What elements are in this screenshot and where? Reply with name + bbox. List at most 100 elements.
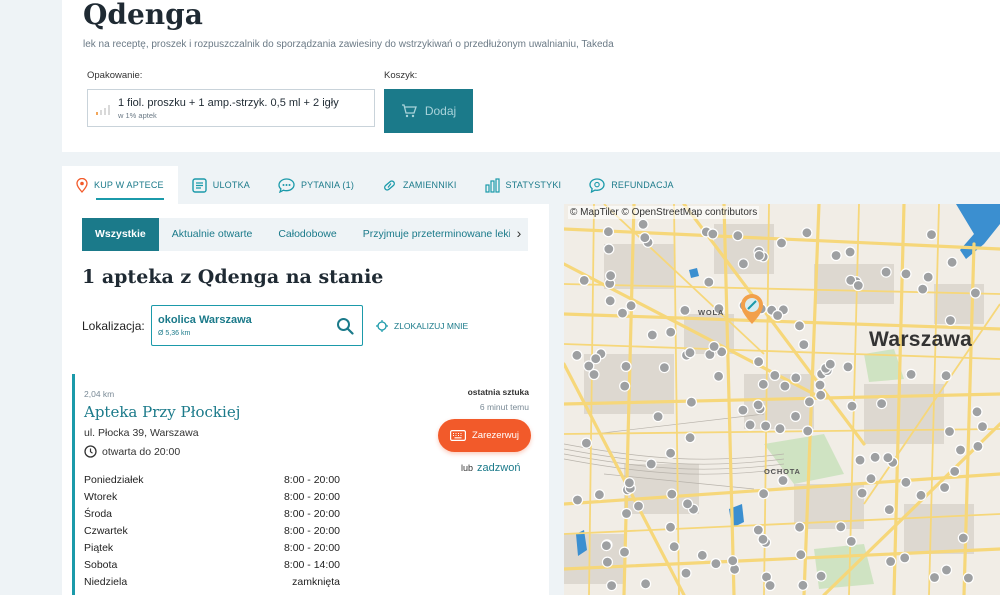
map-pharmacy-marker[interactable] [915, 489, 927, 501]
map-pharmacy-marker[interactable] [619, 380, 631, 392]
map-pharmacy-marker[interactable] [708, 340, 720, 353]
map-pharmacy-marker[interactable] [710, 558, 722, 570]
map-pharmacy-marker[interactable] [758, 488, 770, 500]
map-pharmacy-marker[interactable] [801, 227, 813, 239]
map-pharmacy-marker[interactable] [680, 567, 692, 579]
map-pharmacy-marker[interactable] [625, 300, 637, 312]
filter-all[interactable]: Wszystkie [82, 218, 159, 251]
map-pharmacy-marker[interactable] [971, 406, 983, 418]
map-pharmacy-marker[interactable] [583, 360, 595, 372]
map-pharmacy-marker[interactable] [727, 555, 739, 567]
map-pharmacy-marker[interactable] [940, 370, 952, 382]
map-pharmacy-marker[interactable] [679, 304, 691, 317]
map-pharmacy-marker[interactable] [571, 494, 584, 506]
map-pharmacy-marker[interactable] [737, 404, 749, 416]
map-pharmacy-marker[interactable] [852, 279, 864, 292]
tab-refund[interactable]: REFUNDACJA [575, 166, 688, 204]
map-pharmacy-marker[interactable] [753, 249, 765, 262]
map-pharmacy-marker[interactable] [668, 541, 680, 553]
map-pharmacy-marker[interactable] [752, 399, 764, 411]
map-pharmacy-marker[interactable] [883, 504, 895, 516]
map-pharmacy-marker[interactable] [744, 419, 756, 431]
map-pharmacy-marker[interactable] [824, 358, 836, 370]
map-pharmacy-marker[interactable] [954, 444, 967, 456]
map-pharmacy-marker[interactable] [774, 423, 786, 435]
map-pharmacy-marker[interactable] [616, 307, 629, 319]
tab-questions[interactable]: PYTANIA (1) [264, 166, 368, 204]
map-pharmacy-marker[interactable] [772, 309, 784, 322]
map-pharmacy-marker[interactable] [865, 473, 877, 485]
tab-statistics[interactable]: STATYSTYKI [471, 166, 576, 204]
map-pharmacy-marker[interactable] [603, 243, 615, 255]
map-pharmacy-marker[interactable] [797, 579, 809, 591]
map-pharmacy-marker[interactable] [962, 572, 974, 584]
pharmacy-map[interactable]: © MapTiler © OpenStreetMap contributors … [564, 204, 1000, 595]
map-pharmacy-marker[interactable] [753, 356, 765, 368]
locate-me-button[interactable]: ZLOKALIZUJ MNIE [376, 320, 468, 332]
map-pharmacy-marker[interactable] [876, 398, 888, 410]
map-pharmacy-marker[interactable] [882, 452, 894, 464]
location-input[interactable]: okolica Warszawa Ø 5,36 km [151, 305, 363, 346]
map-pharmacy-marker[interactable] [593, 489, 606, 501]
map-pharmacy-marker[interactable] [618, 546, 631, 558]
map-pharmacy-marker[interactable] [600, 540, 613, 552]
tab-leaflet[interactable]: ULOTKA [178, 166, 264, 204]
map-pharmacy-marker[interactable] [900, 268, 912, 280]
filter-open-now[interactable]: Aktualnie otwarte [159, 218, 266, 251]
tab-substitutes[interactable]: ZAMIENNIKI [368, 166, 471, 204]
map-pharmacy-marker[interactable] [795, 549, 807, 561]
map-pharmacy-marker[interactable] [842, 361, 854, 373]
map-pharmacy-marker[interactable] [737, 258, 749, 270]
chevron-right-icon[interactable]: › [510, 218, 528, 251]
map-pharmacy-marker[interactable] [846, 400, 858, 412]
filter-expired-drugs[interactable]: Przyjmuje przeterminowane leki [350, 218, 524, 251]
map-pharmacy-marker[interactable] [815, 570, 827, 582]
map-pharmacy-marker[interactable] [769, 369, 781, 381]
map-pharmacy-marker[interactable] [943, 425, 956, 438]
map-pharmacy-marker[interactable] [976, 421, 989, 433]
map-pharmacy-marker[interactable] [789, 410, 802, 422]
map-pharmacy-marker[interactable] [623, 477, 636, 489]
map-pharmacy-marker[interactable] [899, 552, 911, 564]
map-pharmacy-marker[interactable] [732, 230, 744, 242]
map-pharmacy-marker[interactable] [814, 379, 826, 391]
map-pharmacy-marker[interactable] [764, 579, 776, 592]
map-pharmacy-marker[interactable] [856, 487, 868, 499]
map-pharmacy-marker[interactable] [666, 488, 678, 500]
map-pharmacy-marker[interactable] [790, 372, 802, 384]
map-pharmacy-marker[interactable] [940, 564, 953, 576]
map-pharmacy-marker[interactable] [602, 226, 615, 238]
map-pharmacy-marker[interactable] [658, 362, 671, 374]
map-pharmacy-marker[interactable] [969, 287, 981, 299]
map-pharmacy-marker[interactable] [652, 411, 664, 423]
map-pharmacy-marker[interactable] [869, 451, 881, 463]
map-pharmacy-marker[interactable] [703, 276, 715, 288]
map-pharmacy-marker[interactable] [944, 314, 956, 327]
map-pharmacy-marker[interactable] [571, 349, 583, 361]
map-pharmacy-marker[interactable] [815, 389, 827, 401]
map-pharmacy-marker[interactable] [580, 437, 592, 449]
map-pharmacy-marker[interactable] [885, 555, 897, 568]
map-pharmacy-marker[interactable] [917, 283, 929, 295]
map-pharmacy-marker[interactable] [972, 440, 984, 452]
map-pharmacy-marker[interactable] [684, 347, 696, 359]
map-pharmacy-marker[interactable] [845, 535, 857, 547]
map-pharmacy-marker[interactable] [802, 425, 814, 437]
map-pharmacy-marker[interactable] [835, 521, 847, 533]
search-icon[interactable] [336, 317, 354, 335]
map-pharmacy-marker[interactable] [684, 432, 696, 444]
map-pharmacy-marker[interactable] [604, 295, 616, 307]
map-pharmacy-marker[interactable] [844, 246, 856, 258]
map-pharmacy-marker[interactable] [685, 396, 698, 408]
map-pharmacy-marker[interactable] [681, 498, 694, 510]
map-pharmacy-marker[interactable] [620, 360, 632, 372]
map-pharmacy-marker[interactable] [854, 454, 866, 466]
map-pharmacy-marker[interactable] [665, 326, 677, 338]
map-pharmacy-marker[interactable] [794, 521, 806, 533]
map-pharmacy-marker[interactable] [957, 532, 969, 544]
map-pharmacy-marker[interactable] [696, 549, 708, 561]
map-pharmacy-marker[interactable] [798, 339, 810, 351]
map-pharmacy-marker[interactable] [639, 578, 652, 590]
map-pharmacy-marker[interactable] [646, 329, 658, 341]
map-pharmacy-marker[interactable] [664, 521, 677, 533]
